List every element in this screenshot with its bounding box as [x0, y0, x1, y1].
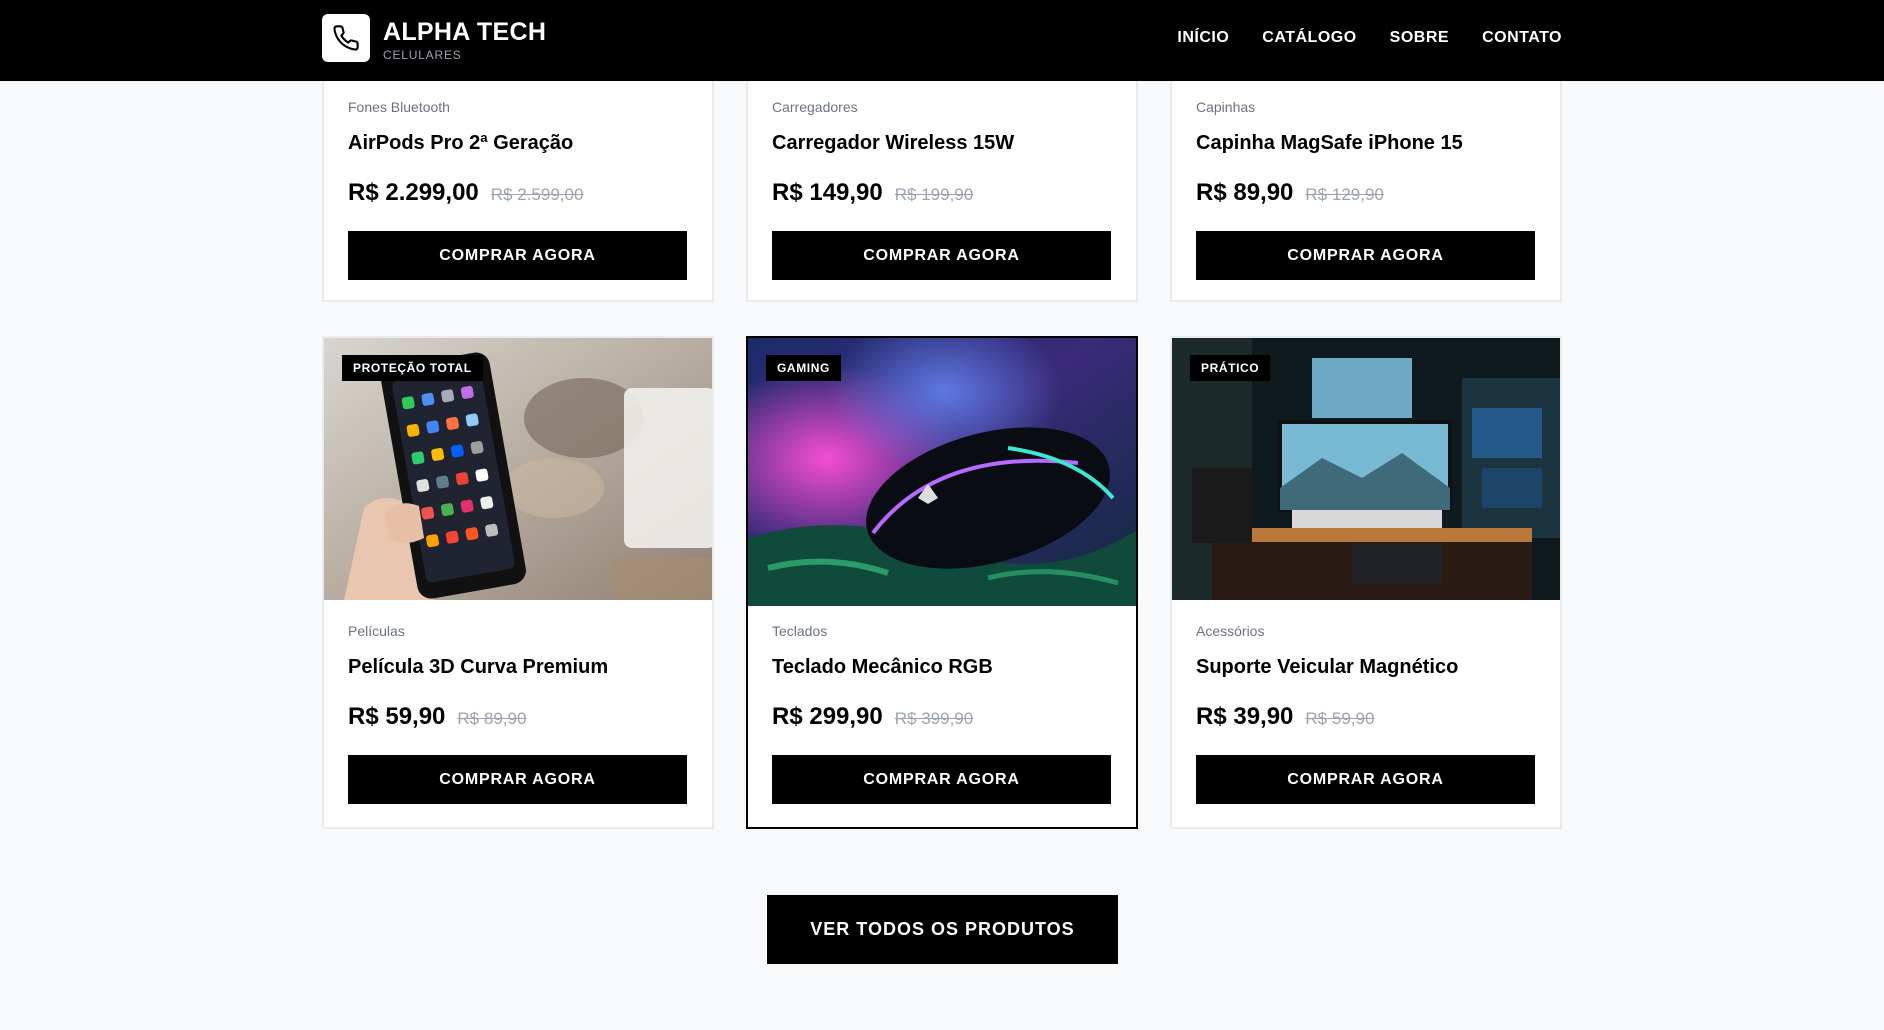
product-card[interactable]: GAMING Teclados Teclado Mecânico RGB R$ …	[746, 336, 1138, 829]
buy-now-button[interactable]: COMPRAR AGORA	[772, 231, 1111, 280]
product-prices: R$ 2.299,00 R$ 2.599,00	[348, 179, 688, 209]
product-category: Acessórios	[1196, 623, 1265, 639]
product-old-price: R$ 89,90	[457, 709, 527, 728]
product-old-price: R$ 59,90	[1305, 709, 1375, 728]
top-header: ALPHA TECH CELULARES INÍCIO CATÁLOGO SOB…	[0, 0, 1884, 81]
product-badge: PRÁTICO	[1190, 355, 1271, 381]
product-name: AirPods Pro 2ª Geração	[348, 132, 574, 154]
product-name: Suporte Veicular Magnético	[1196, 656, 1459, 678]
product-price: R$ 299,90	[772, 703, 883, 730]
buy-now-button[interactable]: COMPRAR AGORA	[1196, 231, 1535, 280]
product-old-price: R$ 2.599,00	[490, 185, 584, 204]
nav-inicio[interactable]: INÍCIO	[1177, 29, 1229, 47]
buy-now-button[interactable]: COMPRAR AGORA	[348, 755, 687, 804]
nav-contato[interactable]: CONTATO	[1482, 29, 1562, 47]
product-price: R$ 149,90	[772, 179, 883, 206]
product-card[interactable]: Carregadores Carregador Wireless 15W R$ …	[746, 70, 1138, 302]
logo[interactable]	[322, 14, 370, 62]
product-old-price: R$ 399,90	[894, 709, 974, 728]
nav-catalogo[interactable]: CATÁLOGO	[1262, 29, 1356, 47]
nav-sobre[interactable]: SOBRE	[1390, 29, 1449, 47]
product-price: R$ 2.299,00	[348, 179, 479, 206]
product-prices: R$ 149,90 R$ 199,90	[772, 179, 1112, 209]
product-category: Teclados	[772, 623, 828, 639]
product-badge: PROTEÇÃO TOTAL	[342, 355, 483, 381]
brand: ALPHA TECH CELULARES	[383, 18, 546, 62]
product-image: PROTEÇÃO TOTAL	[324, 338, 712, 600]
buy-now-button[interactable]: COMPRAR AGORA	[1196, 755, 1535, 804]
product-category: Películas	[348, 623, 405, 639]
product-name: Teclado Mecânico RGB	[772, 656, 993, 678]
product-badge: GAMING	[766, 355, 841, 381]
product-name: Capinha MagSafe iPhone 15	[1196, 132, 1463, 154]
product-prices: R$ 59,90 R$ 89,90	[348, 703, 688, 733]
product-prices: R$ 39,90 R$ 59,90	[1196, 703, 1536, 733]
product-prices: R$ 89,90 R$ 129,90	[1196, 179, 1536, 209]
brand-subtitle: CELULARES	[383, 48, 462, 62]
product-name: Carregador Wireless 15W	[772, 132, 1015, 154]
product-category: Capinhas	[1196, 99, 1256, 115]
buy-now-button[interactable]: COMPRAR AGORA	[772, 755, 1111, 804]
product-category: Carregadores	[772, 99, 858, 115]
product-name: Película 3D Curva Premium	[348, 656, 609, 678]
product-card[interactable]: PRÁTICO Acessórios Suporte Veicular Magn…	[1170, 336, 1562, 829]
product-image: PRÁTICO	[1172, 338, 1560, 600]
product-card[interactable]: PROTEÇÃO TOTAL Películas Película 3D Cur…	[322, 336, 714, 829]
product-card[interactable]: Capinhas Capinha MagSafe iPhone 15 R$ 89…	[1170, 70, 1562, 302]
product-price: R$ 59,90	[348, 703, 446, 730]
product-image: GAMING	[748, 338, 1136, 606]
product-category: Fones Bluetooth	[348, 99, 450, 115]
phone-icon	[333, 25, 359, 51]
product-old-price: R$ 129,90	[1305, 185, 1384, 204]
product-prices: R$ 299,90 R$ 399,90	[772, 703, 1112, 733]
brand-name: ALPHA TECH	[383, 18, 547, 46]
buy-now-button[interactable]: COMPRAR AGORA	[348, 231, 687, 280]
product-price: R$ 39,90	[1196, 703, 1294, 730]
view-all-products-button[interactable]: VER TODOS OS PRODUTOS	[767, 895, 1118, 964]
product-old-price: R$ 199,90	[894, 185, 974, 204]
main-nav: INÍCIO CATÁLOGO SOBRE CONTATO	[1177, 29, 1562, 47]
product-price: R$ 89,90	[1196, 179, 1294, 206]
product-card[interactable]: Fones Bluetooth AirPods Pro 2ª Geração R…	[322, 70, 714, 302]
